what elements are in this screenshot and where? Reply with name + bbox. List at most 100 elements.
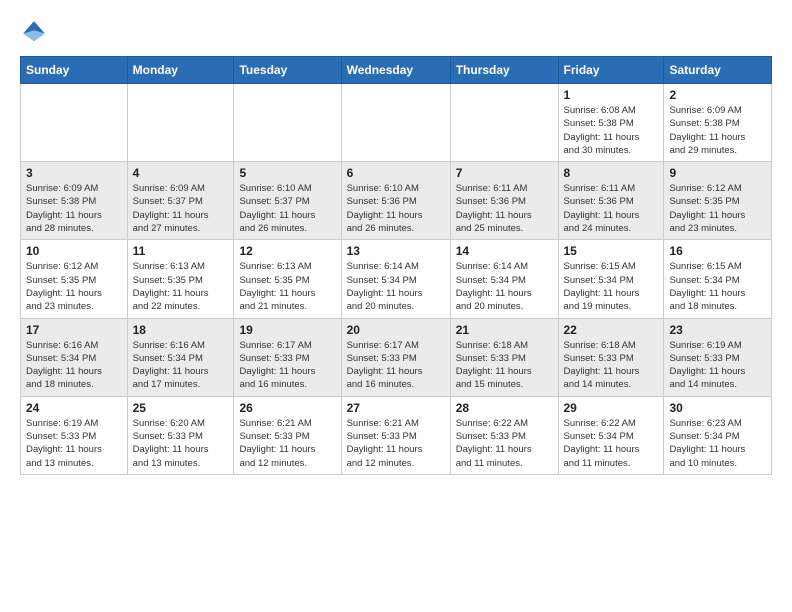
calendar-cell: 30 Sunrise: 6:23 AM Sunset: 5:34 PM Dayli…	[664, 396, 772, 474]
calendar-cell: 2 Sunrise: 6:09 AM Sunset: 5:38 PM Daylig…	[664, 84, 772, 162]
day-info: Sunrise: 6:20 AM Sunset: 5:33 PM Dayligh…	[133, 417, 229, 470]
day-info: Sunrise: 6:09 AM Sunset: 5:38 PM Dayligh…	[669, 104, 766, 157]
calendar-cell: 3 Sunrise: 6:09 AM Sunset: 5:38 PM Daylig…	[21, 162, 128, 240]
day-number: 27	[347, 401, 445, 415]
calendar-cell	[234, 84, 341, 162]
day-number: 9	[669, 166, 766, 180]
calendar-cell	[21, 84, 128, 162]
day-number: 29	[564, 401, 659, 415]
day-number: 30	[669, 401, 766, 415]
calendar-cell: 21Sunrise: 6:18 AM Sunset: 5:33 PM Dayli…	[450, 318, 558, 396]
day-number: 26	[239, 401, 335, 415]
calendar-cell: 27 Sunrise: 6:21 AM Sunset: 5:33 PM Dayli…	[341, 396, 450, 474]
calendar: SundayMondayTuesdayWednesdayThursdayFrid…	[20, 56, 772, 475]
day-number: 25	[133, 401, 229, 415]
day-info: Sunrise: 6:22 AM Sunset: 5:34 PM Dayligh…	[564, 417, 659, 470]
day-info: Sunrise: 6:16 AM Sunset: 5:34 PM Dayligh…	[26, 339, 122, 392]
day-number: 11	[133, 244, 229, 258]
calendar-cell: 24 Sunrise: 6:19 AM Sunset: 5:33 PM Dayli…	[21, 396, 128, 474]
logo-icon	[20, 18, 48, 46]
day-number: 24	[26, 401, 122, 415]
day-info: Sunrise: 6:08 AM Sunset: 5:38 PM Dayligh…	[564, 104, 659, 157]
day-info: Sunrise: 6:11 AM Sunset: 5:36 PM Dayligh…	[456, 182, 553, 235]
day-number: 19	[239, 323, 335, 337]
weekday-header-tuesday: Tuesday	[234, 57, 341, 84]
calendar-cell: 19 Sunrise: 6:17 AM Sunset: 5:33 PM Dayli…	[234, 318, 341, 396]
day-number: 12	[239, 244, 335, 258]
calendar-cell: 5 Sunrise: 6:10 AM Sunset: 5:37 PM Daylig…	[234, 162, 341, 240]
day-info: Sunrise: 6:19 AM Sunset: 5:33 PM Dayligh…	[26, 417, 122, 470]
day-number: 16	[669, 244, 766, 258]
logo	[20, 18, 52, 46]
day-number: 13	[347, 244, 445, 258]
calendar-cell: 13 Sunrise: 6:14 AM Sunset: 5:34 PM Dayli…	[341, 240, 450, 318]
weekday-header-monday: Monday	[127, 57, 234, 84]
calendar-row-5: 24 Sunrise: 6:19 AM Sunset: 5:33 PM Dayli…	[21, 396, 772, 474]
day-info: Sunrise: 6:13 AM Sunset: 5:35 PM Dayligh…	[239, 260, 335, 313]
calendar-cell: 14 Sunrise: 6:14 AM Sunset: 5:34 PM Dayli…	[450, 240, 558, 318]
calendar-row-3: 10Sunrise: 6:12 AM Sunset: 5:35 PM Dayli…	[21, 240, 772, 318]
page: SundayMondayTuesdayWednesdayThursdayFrid…	[0, 0, 792, 493]
calendar-cell: 12 Sunrise: 6:13 AM Sunset: 5:35 PM Dayli…	[234, 240, 341, 318]
day-number: 17	[26, 323, 122, 337]
calendar-cell: 20Sunrise: 6:17 AM Sunset: 5:33 PM Dayli…	[341, 318, 450, 396]
calendar-cell: 29 Sunrise: 6:22 AM Sunset: 5:34 PM Dayli…	[558, 396, 664, 474]
day-info: Sunrise: 6:11 AM Sunset: 5:36 PM Dayligh…	[564, 182, 659, 235]
calendar-cell: 26Sunrise: 6:21 AM Sunset: 5:33 PM Dayli…	[234, 396, 341, 474]
day-number: 21	[456, 323, 553, 337]
weekday-header-sunday: Sunday	[21, 57, 128, 84]
calendar-cell	[127, 84, 234, 162]
calendar-row-1: 1Sunrise: 6:08 AM Sunset: 5:38 PM Daylig…	[21, 84, 772, 162]
day-info: Sunrise: 6:15 AM Sunset: 5:34 PM Dayligh…	[564, 260, 659, 313]
day-number: 14	[456, 244, 553, 258]
day-info: Sunrise: 6:17 AM Sunset: 5:33 PM Dayligh…	[239, 339, 335, 392]
calendar-cell	[450, 84, 558, 162]
day-info: Sunrise: 6:09 AM Sunset: 5:37 PM Dayligh…	[133, 182, 229, 235]
day-number: 3	[26, 166, 122, 180]
calendar-cell	[341, 84, 450, 162]
day-info: Sunrise: 6:14 AM Sunset: 5:34 PM Dayligh…	[456, 260, 553, 313]
day-info: Sunrise: 6:16 AM Sunset: 5:34 PM Dayligh…	[133, 339, 229, 392]
day-info: Sunrise: 6:14 AM Sunset: 5:34 PM Dayligh…	[347, 260, 445, 313]
calendar-row-2: 3 Sunrise: 6:09 AM Sunset: 5:38 PM Daylig…	[21, 162, 772, 240]
day-info: Sunrise: 6:10 AM Sunset: 5:37 PM Dayligh…	[239, 182, 335, 235]
weekday-header-wednesday: Wednesday	[341, 57, 450, 84]
day-number: 20	[347, 323, 445, 337]
weekday-row: SundayMondayTuesdayWednesdayThursdayFrid…	[21, 57, 772, 84]
calendar-cell: 17 Sunrise: 6:16 AM Sunset: 5:34 PM Dayli…	[21, 318, 128, 396]
calendar-cell: 1Sunrise: 6:08 AM Sunset: 5:38 PM Daylig…	[558, 84, 664, 162]
calendar-body: 1Sunrise: 6:08 AM Sunset: 5:38 PM Daylig…	[21, 84, 772, 475]
header	[20, 18, 772, 46]
calendar-cell: 7 Sunrise: 6:11 AM Sunset: 5:36 PM Daylig…	[450, 162, 558, 240]
calendar-cell: 15 Sunrise: 6:15 AM Sunset: 5:34 PM Dayli…	[558, 240, 664, 318]
calendar-cell: 25 Sunrise: 6:20 AM Sunset: 5:33 PM Dayli…	[127, 396, 234, 474]
calendar-cell: 22Sunrise: 6:18 AM Sunset: 5:33 PM Dayli…	[558, 318, 664, 396]
day-number: 7	[456, 166, 553, 180]
day-info: Sunrise: 6:21 AM Sunset: 5:33 PM Dayligh…	[347, 417, 445, 470]
calendar-row-4: 17 Sunrise: 6:16 AM Sunset: 5:34 PM Dayli…	[21, 318, 772, 396]
calendar-cell: 23Sunrise: 6:19 AM Sunset: 5:33 PM Dayli…	[664, 318, 772, 396]
day-info: Sunrise: 6:12 AM Sunset: 5:35 PM Dayligh…	[669, 182, 766, 235]
day-number: 22	[564, 323, 659, 337]
day-info: Sunrise: 6:15 AM Sunset: 5:34 PM Dayligh…	[669, 260, 766, 313]
weekday-header-saturday: Saturday	[664, 57, 772, 84]
calendar-header: SundayMondayTuesdayWednesdayThursdayFrid…	[21, 57, 772, 84]
day-number: 4	[133, 166, 229, 180]
calendar-cell: 4 Sunrise: 6:09 AM Sunset: 5:37 PM Daylig…	[127, 162, 234, 240]
weekday-header-friday: Friday	[558, 57, 664, 84]
weekday-header-thursday: Thursday	[450, 57, 558, 84]
day-info: Sunrise: 6:13 AM Sunset: 5:35 PM Dayligh…	[133, 260, 229, 313]
day-number: 2	[669, 88, 766, 102]
calendar-cell: 6Sunrise: 6:10 AM Sunset: 5:36 PM Daylig…	[341, 162, 450, 240]
calendar-cell: 18Sunrise: 6:16 AM Sunset: 5:34 PM Dayli…	[127, 318, 234, 396]
calendar-cell: 28 Sunrise: 6:22 AM Sunset: 5:33 PM Dayli…	[450, 396, 558, 474]
day-number: 15	[564, 244, 659, 258]
day-number: 28	[456, 401, 553, 415]
day-info: Sunrise: 6:23 AM Sunset: 5:34 PM Dayligh…	[669, 417, 766, 470]
day-number: 6	[347, 166, 445, 180]
calendar-cell: 16 Sunrise: 6:15 AM Sunset: 5:34 PM Dayli…	[664, 240, 772, 318]
calendar-cell: 9 Sunrise: 6:12 AM Sunset: 5:35 PM Daylig…	[664, 162, 772, 240]
day-info: Sunrise: 6:09 AM Sunset: 5:38 PM Dayligh…	[26, 182, 122, 235]
day-info: Sunrise: 6:22 AM Sunset: 5:33 PM Dayligh…	[456, 417, 553, 470]
day-number: 5	[239, 166, 335, 180]
